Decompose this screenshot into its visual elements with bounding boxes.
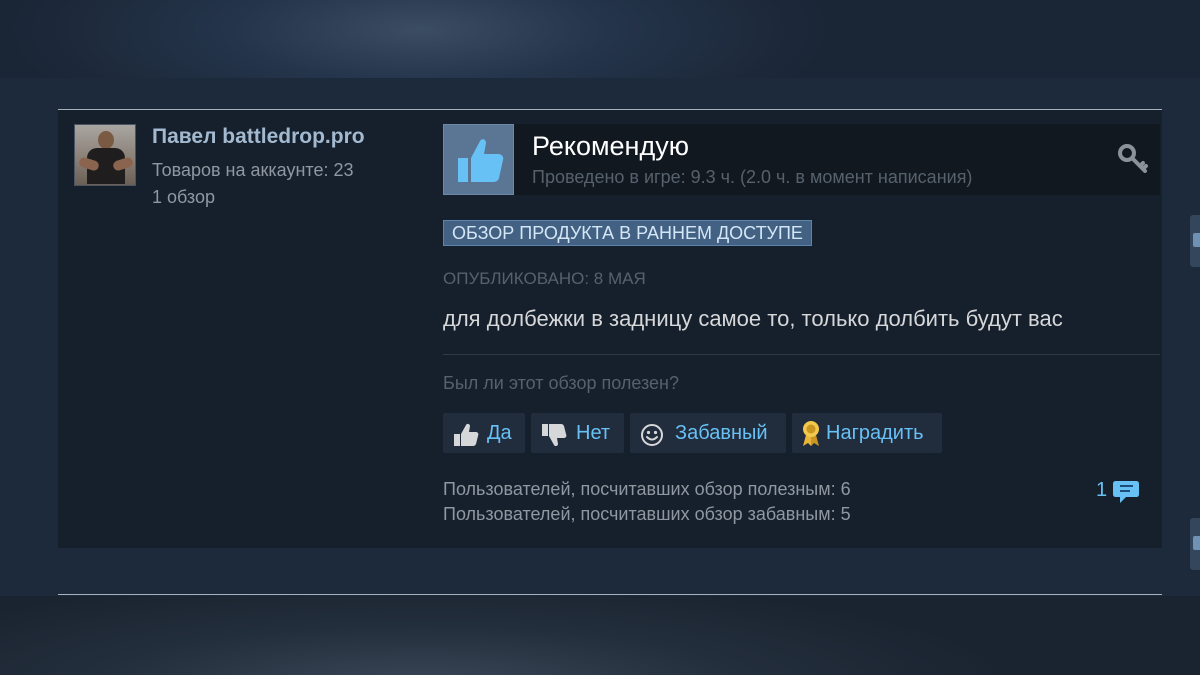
early-access-badge: ОБЗОР ПРОДУКТА В РАННЕМ ДОСТУПЕ xyxy=(443,220,812,246)
bottom-rule xyxy=(58,594,1162,595)
thumbs-up-icon xyxy=(443,124,514,195)
page-header-background xyxy=(0,0,1200,78)
funny-count: Пользователей, посчитавших обзор забавны… xyxy=(443,504,851,524)
smiley-icon xyxy=(640,421,664,461)
author-reviews-count[interactable]: 1 обзор xyxy=(152,187,215,208)
next-review-peek[interactable] xyxy=(1190,215,1200,267)
divider xyxy=(443,354,1160,355)
award-button[interactable]: Наградить xyxy=(792,413,942,453)
comments-count: 1 xyxy=(1096,479,1108,501)
thumbs-up-small-icon xyxy=(453,421,479,461)
vote-funny-label: Забавный xyxy=(675,422,768,444)
helpful-question: Был ли этот обзор полезен? xyxy=(443,373,679,393)
comment-bubble-icon xyxy=(1113,481,1139,503)
playtime-hours: Проведено в игре: 9.3 ч. (2.0 ч. в момен… xyxy=(532,167,973,187)
award-ribbon-icon xyxy=(800,419,822,461)
review-text: для долбежки в задницу самое то, только … xyxy=(443,306,1063,331)
avatar[interactable] xyxy=(74,124,136,186)
vote-yes-button[interactable]: Да xyxy=(443,413,525,453)
vote-yes-label: Да xyxy=(487,422,512,444)
posted-date: ОПУБЛИКОВАНО: 8 МАЯ xyxy=(443,269,646,288)
award-label: Наградить xyxy=(826,422,924,444)
author-name[interactable]: Павел battledrop.pro xyxy=(152,125,365,149)
author-products-count[interactable]: Товаров на аккаунте: 23 xyxy=(152,160,354,181)
vote-no-label: Нет xyxy=(576,422,611,444)
page-footer-background xyxy=(0,596,1200,675)
vote-no-button[interactable]: Нет xyxy=(531,413,624,453)
key-icon xyxy=(1116,142,1150,176)
helpful-count: Пользователей, посчитавших обзор полезны… xyxy=(443,479,851,499)
verdict-title: Рекомендую xyxy=(532,131,689,161)
next-review-peek[interactable] xyxy=(1190,518,1200,570)
vote-funny-button[interactable]: Забавный xyxy=(630,413,786,453)
thumbs-down-icon xyxy=(541,421,567,461)
